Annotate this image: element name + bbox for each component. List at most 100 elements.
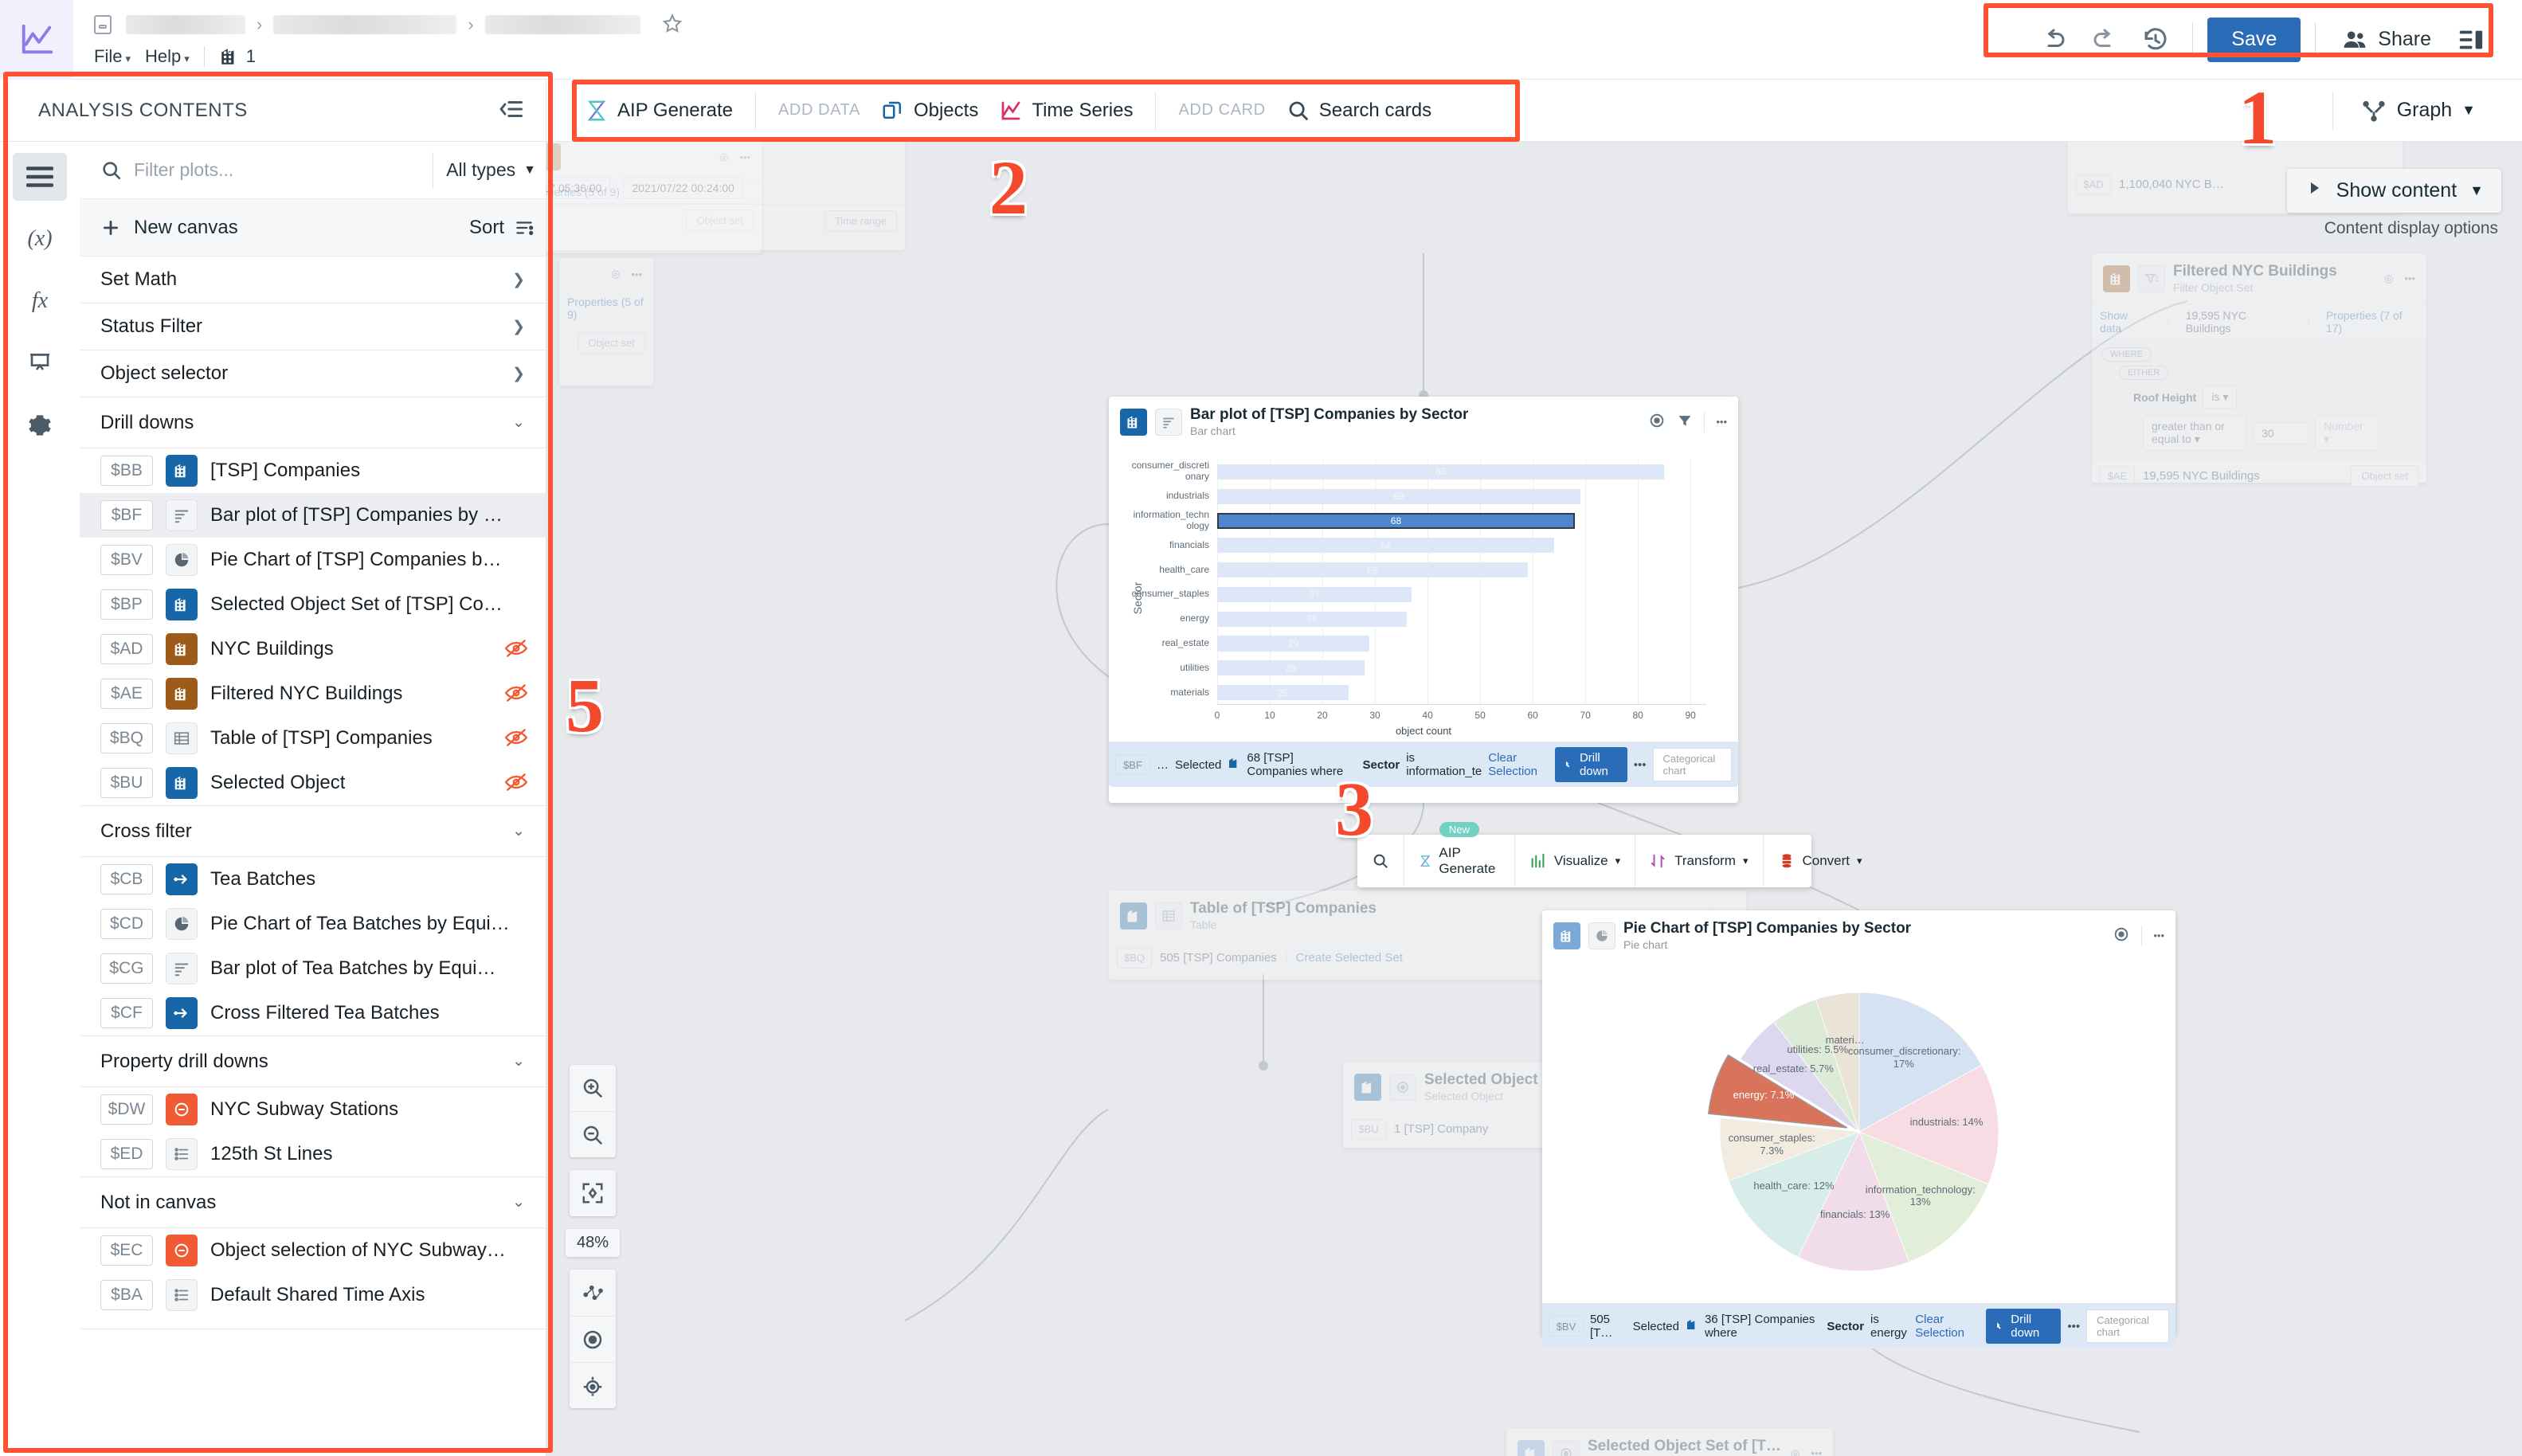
toolbar-convert-button[interactable]: Convert ▾ bbox=[1764, 835, 1877, 887]
sidebar-item[interactable]: $EC Object selection of NYC Subway… bbox=[80, 1228, 546, 1273]
sidebar-item[interactable]: $CF Cross Filtered Tea Batches bbox=[80, 991, 546, 1035]
group-header-not-in-canvas[interactable]: Not in canvas ⌄ bbox=[80, 1177, 546, 1228]
bar-row[interactable]: health_care 59 bbox=[1159, 558, 1706, 582]
time-series-button[interactable]: Time Series bbox=[999, 99, 1133, 123]
save-button[interactable]: Save bbox=[2207, 17, 2301, 62]
bar-row[interactable]: financials 64 bbox=[1169, 533, 1706, 558]
bar-row[interactable]: information_techn ology 68 bbox=[1134, 509, 1706, 534]
pie-chart-plot[interactable]: consumer_discretionary: 17% industrials: … bbox=[1542, 961, 2175, 1303]
sidebar-item[interactable]: $BQ Table of [TSP] Companies bbox=[80, 716, 546, 761]
rail-settings-button[interactable] bbox=[13, 401, 67, 449]
more-icon[interactable]: ••• bbox=[2067, 1320, 2080, 1333]
more-icon[interactable]: ••• bbox=[1716, 416, 1727, 428]
show-data-link[interactable]: Show data bbox=[2100, 309, 2151, 335]
card-bar-plot[interactable]: Bar plot of [TSP] Companies by Sector Ba… bbox=[1109, 397, 1738, 803]
bar-row[interactable]: energy 36 bbox=[1180, 607, 1706, 632]
bar-row[interactable]: consumer_discreti onary 85 bbox=[1132, 460, 1706, 484]
new-canvas-row[interactable]: New canvas Sort bbox=[80, 199, 546, 256]
sidebar-item[interactable]: $CG Bar plot of Tea Batches by Equi… bbox=[80, 946, 546, 991]
create-selected-set-link[interactable]: Create Selected Set bbox=[1296, 951, 1403, 965]
card-selected-object-set[interactable]: Selected Object Set of [TSP] Co… Selecte… bbox=[1506, 1428, 1833, 1456]
rail-menu-button[interactable] bbox=[13, 153, 67, 201]
sidebar-item[interactable]: $BV Pie Chart of [TSP] Companies b… bbox=[80, 538, 546, 582]
sidebar-row-object-selector[interactable]: Object selector ❯ bbox=[80, 350, 546, 397]
hidden-eye-icon[interactable] bbox=[504, 772, 528, 795]
filter-value-input[interactable]: 30 bbox=[2253, 421, 2309, 444]
time-end-field[interactable]: 2021/07/22 00:24:00 bbox=[623, 177, 743, 199]
share-button[interactable]: Share bbox=[2330, 18, 2442, 62]
all-types-dropdown[interactable]: All types ▼ bbox=[433, 151, 536, 189]
card-time-axis[interactable]: Time 2009/06/17 05:36:00 2021/07/22 00:2… bbox=[546, 142, 905, 250]
hidden-eye-icon[interactable] bbox=[504, 683, 528, 706]
show-content-button[interactable]: Show content ▼ bbox=[2286, 169, 2501, 213]
group-header-cross-filter[interactable]: Cross filter ⌄ bbox=[80, 806, 546, 857]
graph-layout-icon[interactable] bbox=[570, 1270, 616, 1316]
menu-help[interactable]: Help ▾ bbox=[145, 46, 190, 67]
star-icon[interactable] bbox=[661, 13, 683, 37]
undo-icon[interactable] bbox=[2031, 18, 2076, 62]
fit-to-screen-icon[interactable] bbox=[570, 1170, 616, 1216]
more-icon[interactable]: ••• bbox=[1811, 1447, 1822, 1456]
hidden-eye-icon[interactable] bbox=[504, 638, 528, 661]
toolbar-transform-button[interactable]: Transform ▾ bbox=[1635, 835, 1764, 887]
drill-down-button[interactable]: Drill down bbox=[1555, 747, 1627, 782]
hidden-eye-icon[interactable] bbox=[504, 727, 528, 750]
sidebar-row-status-filter[interactable]: Status Filter ❯ bbox=[80, 303, 546, 350]
more-icon[interactable]: ••• bbox=[1634, 758, 1647, 772]
sidebar-item[interactable]: $CB Tea Batches bbox=[80, 857, 546, 902]
toolbar-aip-generate-button[interactable]: New AIP Generate bbox=[1404, 822, 1515, 887]
filter-icon[interactable] bbox=[1677, 413, 1693, 431]
clear-selection-link[interactable]: Clear Selection bbox=[1488, 751, 1549, 778]
card-pie-chart[interactable]: Pie Chart of [TSP] Companies by Sector P… bbox=[1542, 910, 2175, 1348]
target-icon[interactable]: ◎ bbox=[1791, 1447, 1799, 1456]
breadcrumb-item-2[interactable] bbox=[273, 15, 457, 34]
history-icon[interactable] bbox=[2133, 18, 2178, 62]
graph-canvas[interactable]: ◎ ••• Properties (5 of 9) Object set ◎ •••… bbox=[546, 142, 2522, 1456]
more-icon[interactable]: ••• bbox=[2404, 272, 2415, 284]
search-cards-button[interactable]: Search cards bbox=[1286, 99, 1431, 123]
breadcrumb-item-3[interactable] bbox=[484, 15, 640, 34]
group-header-drill-downs[interactable]: Drill downs ⌄ bbox=[80, 397, 546, 448]
graph-selector[interactable]: Graph ▼ bbox=[2332, 91, 2503, 130]
right-panel-icon[interactable] bbox=[2449, 18, 2493, 62]
properties-link[interactable]: Properties (7 of 17) bbox=[2326, 309, 2418, 335]
object-count[interactable]: 1 bbox=[219, 46, 256, 67]
target-icon[interactable] bbox=[2113, 926, 2130, 945]
rail-presentation-button[interactable] bbox=[13, 339, 67, 387]
rail-variables-button[interactable]: (x) bbox=[13, 215, 67, 263]
focus-target-icon[interactable] bbox=[570, 1362, 617, 1408]
bar-row[interactable]: utilities 28 bbox=[1180, 656, 1706, 680]
breadcrumb-item-1[interactable] bbox=[126, 15, 245, 34]
menu-file[interactable]: File ▾ bbox=[94, 46, 131, 67]
card-action-toolbar[interactable]: New AIP Generate Visualize ▾ Transform ▾… bbox=[1357, 822, 1862, 887]
sidebar-item[interactable]: $ED 125th St Lines bbox=[80, 1132, 546, 1176]
sidebar-item[interactable]: $AE Filtered NYC Buildings bbox=[80, 671, 546, 716]
sidebar-item[interactable]: $AD NYC Buildings bbox=[80, 627, 546, 671]
center-selection-icon[interactable] bbox=[570, 1316, 617, 1362]
bar-row[interactable]: real_estate 29 bbox=[1162, 632, 1706, 656]
target-icon[interactable]: ◎ bbox=[611, 268, 620, 280]
clear-selection-link[interactable]: Clear Selection bbox=[1915, 1313, 1980, 1340]
sidebar-item[interactable]: $CD Pie Chart of Tea Batches by Equi… bbox=[80, 902, 546, 946]
sidebar-item[interactable]: $BU Selected Object bbox=[80, 761, 546, 805]
time-start-field[interactable]: 2009/06/17 05:36:00 bbox=[546, 177, 611, 199]
sidebar-item[interactable]: $BF Bar plot of [TSP] Companies by … bbox=[80, 493, 546, 538]
operator-is-select[interactable]: is ▾ bbox=[2203, 386, 2238, 409]
bar-row[interactable]: industrials 69 bbox=[1166, 484, 1706, 509]
target-icon[interactable] bbox=[1648, 412, 1666, 432]
sidebar-item[interactable]: $BA Default Shared Time Axis bbox=[80, 1273, 546, 1317]
rail-functions-button[interactable]: fx bbox=[13, 277, 67, 325]
collapse-panel-icon[interactable] bbox=[496, 97, 523, 123]
zoom-in-icon[interactable] bbox=[570, 1065, 616, 1111]
objects-button[interactable]: Objects bbox=[881, 99, 978, 123]
redo-icon[interactable] bbox=[2082, 18, 2127, 62]
bar-chart-plot[interactable]: Sector consumer_discreti onary 85 industria… bbox=[1109, 447, 1738, 742]
more-icon[interactable]: ••• bbox=[631, 268, 642, 280]
target-icon[interactable]: ◎ bbox=[2384, 272, 2393, 285]
sidebar-item[interactable]: $BP Selected Object Set of [TSP] Co… bbox=[80, 582, 546, 627]
sidebar-item[interactable]: $DW NYC Subway Stations bbox=[80, 1087, 546, 1132]
operator-value-select[interactable]: greater than or equal to ▾ bbox=[2143, 415, 2246, 451]
group-header-property-drill-downs[interactable]: Property drill downs ⌄ bbox=[80, 1036, 546, 1087]
properties-link[interactable]: Properties (5 of 9) bbox=[567, 296, 645, 321]
zoom-percent[interactable]: 48% bbox=[566, 1229, 621, 1257]
